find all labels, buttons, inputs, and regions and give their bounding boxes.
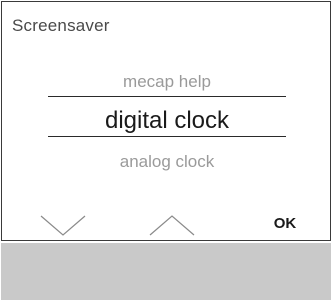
page-title: Screensaver — [12, 16, 110, 35]
selection-divider-bottom — [48, 136, 286, 137]
option-previous[interactable]: mecap help — [2, 72, 332, 92]
footer-bar — [1, 243, 331, 300]
settings-panel: Screensaver mecap help digital clock ana… — [1, 1, 331, 241]
scroll-down-button[interactable] — [38, 202, 88, 242]
option-next[interactable]: analog clock — [2, 152, 332, 172]
option-selected[interactable]: digital clock — [2, 107, 332, 135]
chevron-down-icon — [40, 215, 86, 236]
screensaver-screen: Screensaver mecap help digital clock ana… — [0, 0, 334, 300]
chevron-up-icon — [149, 215, 195, 236]
ok-button[interactable]: OK — [260, 212, 310, 236]
scroll-up-button[interactable] — [147, 202, 197, 242]
selection-divider-top — [48, 96, 286, 97]
